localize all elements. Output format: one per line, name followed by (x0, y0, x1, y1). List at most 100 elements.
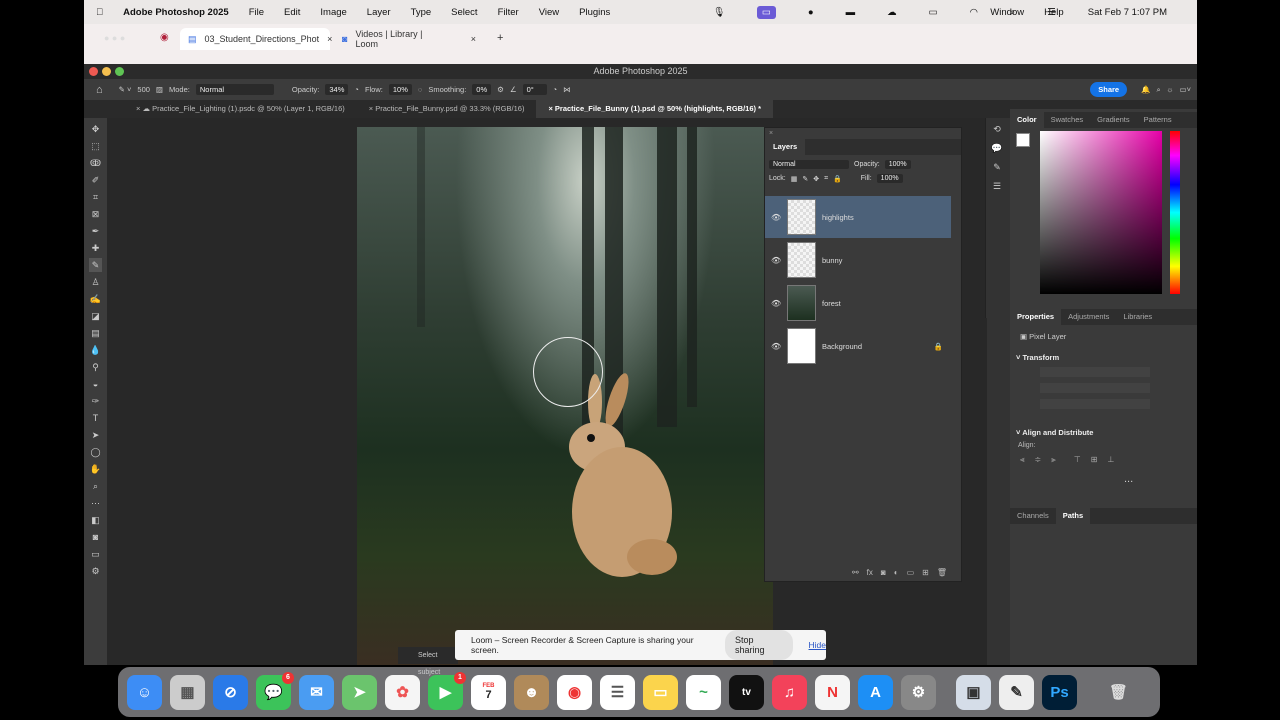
browser-tab-loom[interactable]: ◙ Videos | Library | Loom × (334, 28, 484, 50)
doc-tab-bunny-active[interactable]: × Practice_File_Bunny (1).psd @ 50% (hig… (536, 100, 774, 118)
history-brush-icon[interactable]: ✍ (90, 292, 101, 306)
pressure-size-icon[interactable]: ◔ (553, 85, 558, 94)
quick-mask-icon[interactable]: ◙ (93, 530, 98, 544)
menu-plugins[interactable]: Plugins (579, 7, 610, 18)
layer-row-highlights[interactable]: 👁 highlights (765, 196, 951, 238)
type-tool-icon[interactable]: T (93, 411, 99, 425)
eye-icon[interactable]: 👁 (771, 342, 781, 351)
select-subject-button[interactable]: Select subject (398, 647, 458, 676)
tab-channels[interactable]: Channels (1010, 508, 1056, 524)
gear-icon[interactable]: ⚙ (497, 85, 504, 94)
textedit-icon[interactable]: ✎ (999, 674, 1034, 710)
eye-icon[interactable]: 👁 (771, 299, 781, 308)
layer-row-background[interactable]: 👁 Background 🔒 (765, 325, 951, 367)
messages-icon[interactable]: 💬 6 (256, 671, 294, 710)
battery-icon[interactable]: ▭ (929, 7, 938, 18)
move-tool-icon[interactable]: ✥ (92, 122, 100, 136)
menu-layer[interactable]: Layer (367, 7, 391, 18)
minimize-window-button[interactable] (102, 67, 111, 76)
news-icon[interactable]: N (815, 674, 850, 710)
lock-pixels-icon[interactable]: ✎ (802, 175, 808, 183)
window-controls[interactable]: ● ● ● (104, 33, 125, 43)
hide-button[interactable]: Hide (809, 640, 826, 650)
notes-icon[interactable]: ▭ (643, 674, 678, 710)
new-layer-icon[interactable]: ⊞ (922, 568, 929, 577)
stamp-tool-icon[interactable]: ♙ (91, 275, 99, 289)
photoshop-icon[interactable]: Ps (1042, 674, 1077, 710)
menu-file[interactable]: File (249, 7, 264, 18)
creative-cloud-icon[interactable]: ☁ (887, 7, 897, 18)
more-tools-icon[interactable]: ⋯ (91, 496, 100, 510)
more-options-button[interactable]: ... (1124, 473, 1133, 485)
menu-edit[interactable]: Edit (284, 7, 300, 18)
home-icon[interactable]: ⌂ (96, 84, 103, 96)
adjustments-icon[interactable]: ☰ (993, 181, 1001, 192)
lock-artboard-icon[interactable]: ⌗ (824, 175, 828, 183)
angle-input[interactable]: 0° (522, 84, 547, 95)
layer-row-bunny[interactable]: 👁 bunny (765, 239, 951, 281)
foreground-color-swatch[interactable] (1016, 133, 1030, 147)
tab-gradients[interactable]: Gradients (1090, 112, 1137, 128)
menu-view[interactable]: View (539, 7, 559, 18)
doc-tab-lighting[interactable]: × ☁ Practice_File_Lighting (1).psdc @ 50… (124, 100, 357, 118)
path-select-tool-icon[interactable]: ➤ (92, 428, 100, 442)
menu-filter[interactable]: Filter (498, 7, 519, 18)
maps-icon[interactable]: ➤ (342, 674, 377, 710)
bell-icon[interactable]: 🔔 (1141, 85, 1150, 94)
add-mask-icon[interactable]: ◙ (881, 568, 886, 577)
contacts-icon[interactable]: ☻ (514, 674, 549, 710)
eye-icon[interactable]: 👁 (771, 213, 781, 222)
zoom-tool-icon[interactable]: ⌕ (93, 479, 98, 493)
finder-icon[interactable]: ☺ (127, 674, 162, 710)
shape-tool-icon[interactable]: ◯ (90, 445, 100, 459)
doc-tab-bunny[interactable]: × Practice_File_Bunny.psd @ 33.3% (RGB/1… (357, 100, 537, 118)
close-tab-icon[interactable]: × (327, 34, 332, 44)
grammarly-icon[interactable]: ● (808, 7, 814, 18)
system-settings-icon[interactable]: ⚙ (901, 674, 936, 710)
trash-icon[interactable]: 🗑 (1101, 675, 1136, 710)
app-name[interactable]: Adobe Photoshop 2025 (123, 7, 229, 18)
align-center-icon[interactable]: ≑ (1035, 455, 1042, 465)
lock-position-icon[interactable]: ✥ (813, 175, 819, 183)
color-swatches-icon[interactable]: ◧ (91, 513, 100, 527)
fill-input[interactable]: 100% (876, 174, 903, 183)
tab-libraries[interactable]: Libraries (1116, 309, 1159, 325)
control-center-icon[interactable]: ☰ (1047, 7, 1056, 18)
crop-tool-icon[interactable]: ⌗ (93, 190, 98, 204)
zoom-window-button[interactable] (115, 67, 124, 76)
airbrush-icon[interactable]: ◌ (418, 85, 422, 94)
brush-tool-icon[interactable]: ✎ ˅ (119, 85, 132, 94)
lasso-tool-icon[interactable]: ↂ (90, 156, 101, 170)
close-window-button[interactable] (89, 67, 98, 76)
edit-toolbar-icon[interactable]: ⚙ (91, 564, 99, 578)
new-group-icon[interactable]: ▭ (907, 568, 915, 577)
healing-tool-icon[interactable]: ✚ (92, 241, 100, 255)
align-middle-icon[interactable]: ⊞ (1091, 455, 1098, 465)
close-panel-icon[interactable]: × (765, 128, 961, 139)
freeform-icon[interactable]: ~ (686, 674, 721, 710)
share-button[interactable]: Share (1090, 82, 1128, 97)
comments-icon[interactable]: 💬 (991, 143, 1002, 154)
sponge-tool-icon[interactable]: ◒ (93, 377, 98, 391)
hue-slider[interactable] (1170, 131, 1180, 294)
music-icon[interactable]: ♫ (772, 674, 807, 710)
launchpad-icon[interactable]: ▦ (170, 674, 205, 710)
layer-opacity-input[interactable]: 100% (884, 160, 911, 169)
safari-icon[interactable]: ⊘ (213, 674, 248, 710)
dodge-tool-icon[interactable]: ⚲ (92, 360, 99, 374)
frame-tool-icon[interactable]: ⊠ (92, 207, 100, 221)
align-right-icon[interactable]: ⫸ (1051, 455, 1056, 465)
menu-image[interactable]: Image (320, 7, 346, 18)
link-layers-icon[interactable]: ⚯ (852, 568, 859, 577)
clock[interactable]: Sat Feb 7 1:07 PM (1088, 7, 1167, 18)
symmetry-icon[interactable]: ⋈ (563, 85, 571, 94)
lock-all-icon[interactable]: 🔒 (833, 175, 842, 183)
adjustment-layer-icon[interactable]: ◐ (894, 568, 899, 577)
wifi-icon[interactable]: ◠ (970, 7, 978, 18)
smoothing-input[interactable]: 0% (472, 84, 492, 95)
quick-select-tool-icon[interactable]: ✐ (92, 173, 100, 187)
pressure-opacity-icon[interactable]: ◔ (354, 85, 359, 94)
app-store-icon[interactable]: A (858, 674, 893, 710)
workspace-icon[interactable]: ▭˅ (1180, 85, 1191, 94)
delete-layer-icon[interactable]: 🗑 (937, 568, 947, 577)
